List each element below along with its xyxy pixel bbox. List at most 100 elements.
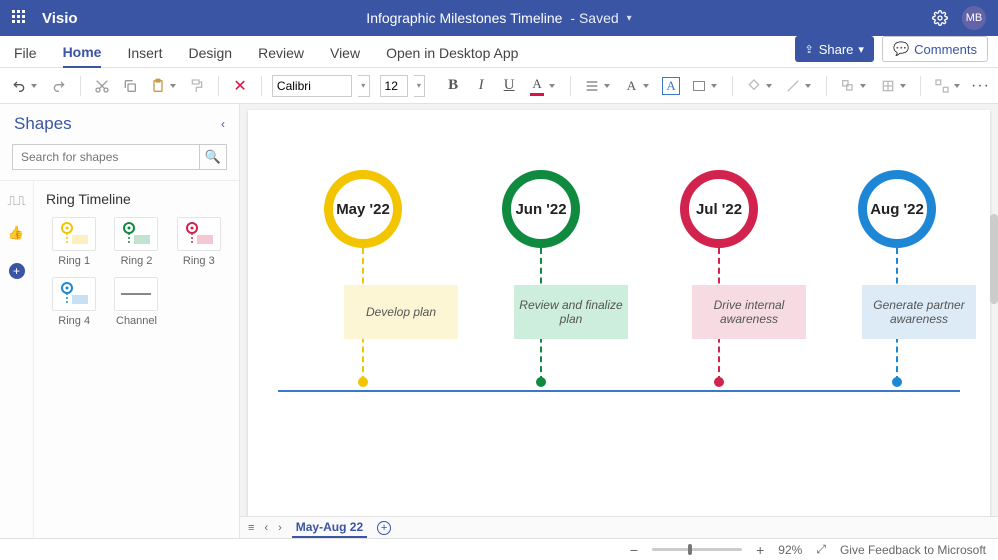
shape-ring-3[interactable]: Ring 3 [171, 217, 227, 267]
font-family-input[interactable] [272, 75, 352, 97]
milestone-dot [536, 377, 546, 387]
shapes-panel-title: Shapes [14, 114, 72, 134]
font-size-dropdown[interactable]: ▾ [414, 75, 426, 97]
milestone-note: Review and finalize plan [514, 285, 628, 339]
ribbon-toolbar: ✕ ▾ ▾ B I U A A A ··· [0, 68, 998, 104]
milestone-ring: Aug '22 [858, 170, 936, 248]
next-page-button[interactable]: › [278, 522, 282, 534]
more-commands-button[interactable]: ··· [971, 77, 990, 95]
main-area: Shapes ‹ 🔍 ⎍⎍ 👍 + Ring Timeline Ring 1 Ri… [0, 104, 998, 538]
cut-button[interactable] [91, 75, 113, 97]
undo-button[interactable] [8, 75, 30, 97]
shape-fill-button[interactable] [688, 75, 710, 97]
stencil-name: Ring Timeline [46, 191, 227, 207]
prev-page-button[interactable]: ‹ [264, 522, 268, 534]
shape-label: Ring 2 [121, 255, 153, 267]
text-box-button[interactable]: A [660, 75, 682, 97]
underline-button[interactable]: U [498, 75, 520, 97]
milestone-blue[interactable]: Aug '22 Generate partner awareness [812, 170, 982, 387]
vertical-scrollbar[interactable] [990, 214, 998, 304]
status-bar: − + 92% ⤢ Give Feedback to Microsoft [0, 538, 998, 560]
menu-item-insert[interactable]: Insert [127, 45, 162, 67]
font-size-input[interactable] [380, 75, 408, 97]
shape-label: Channel [116, 315, 157, 327]
menu-item-file[interactable]: File [14, 45, 37, 67]
font-color-button[interactable]: A [526, 75, 548, 97]
milestone-dot [358, 377, 368, 387]
shape-channel[interactable]: Channel [108, 277, 164, 327]
shapes-search-input[interactable] [12, 144, 199, 170]
share-button[interactable]: ⇪ Share ▾ [795, 36, 874, 62]
italic-button[interactable]: I [470, 75, 492, 97]
menu-bar: File Home Insert Design Review View Open in De… [0, 36, 998, 68]
app-brand: Visio [42, 10, 78, 27]
app-launcher-icon[interactable] [12, 10, 28, 26]
text-direction-button[interactable]: A [620, 75, 642, 97]
arrange-button[interactable] [837, 75, 859, 97]
line-color-button[interactable] [782, 75, 804, 97]
share-label: Share [819, 42, 854, 57]
milestone-note: Generate partner awareness [862, 285, 976, 339]
page-bar: ≡ ‹ › May-Aug 22 + [240, 516, 998, 538]
open-in-desktop-button[interactable]: Open in Desktop App [386, 45, 518, 67]
fill-color-button[interactable] [743, 75, 765, 97]
zoom-level: 92% [778, 543, 802, 557]
pages-list-icon[interactable]: ≡ [248, 522, 254, 534]
paste-button[interactable] [147, 75, 169, 97]
zoom-in-button[interactable]: + [756, 542, 764, 558]
milestone-dot [892, 377, 902, 387]
menu-item-review[interactable]: Review [258, 45, 304, 67]
document-name: Infographic Milestones Timeline [366, 10, 562, 26]
group-button[interactable] [931, 75, 953, 97]
shape-ring-2[interactable]: Ring 2 [108, 217, 164, 267]
shapes-search-button[interactable]: 🔍 [199, 144, 227, 170]
canvas-area[interactable]: May '22Develop planJun '22Review and fin… [240, 104, 998, 538]
milestone-dot [714, 377, 724, 387]
chevron-down-icon: ▾ [627, 13, 632, 24]
bold-button[interactable]: B [442, 75, 464, 97]
add-stencil-button[interactable]: + [9, 263, 25, 279]
zoom-out-button[interactable]: − [630, 542, 638, 558]
align-button[interactable] [581, 75, 603, 97]
milestone-ring: Jun '22 [502, 170, 580, 248]
user-avatar[interactable]: MB [962, 6, 986, 30]
settings-icon[interactable] [932, 10, 948, 26]
title-bar: Visio Infographic Milestones Timeline - … [0, 0, 998, 36]
comments-button[interactable]: 💬 Comments [882, 36, 988, 62]
shape-ring-4[interactable]: Ring 4 [46, 277, 102, 327]
document-status: - Saved [570, 10, 618, 26]
add-page-button[interactable]: + [377, 521, 391, 535]
milestone-note: Drive internal awareness [692, 285, 806, 339]
redo-button[interactable] [48, 75, 70, 97]
milestone-ring: Jul '22 [680, 170, 758, 248]
milestone-pink[interactable]: Jul '22 Drive internal awareness [634, 170, 804, 387]
comments-label: Comments [914, 42, 977, 57]
format-painter-button[interactable] [186, 75, 208, 97]
font-family-dropdown[interactable]: ▾ [358, 75, 370, 97]
shape-label: Ring 1 [58, 255, 90, 267]
menu-item-design[interactable]: Design [188, 45, 232, 67]
collapse-panel-icon[interactable]: ‹ [221, 117, 225, 131]
stencils-icon[interactable]: ⎍⎍ [8, 193, 26, 211]
shape-label: Ring 4 [58, 315, 90, 327]
favorites-icon[interactable]: 👍 [8, 225, 26, 243]
zoom-slider[interactable] [652, 548, 742, 551]
shape-label: Ring 3 [183, 255, 215, 267]
drawing-page[interactable]: May '22Develop planJun '22Review and fin… [248, 110, 990, 528]
milestone-green[interactable]: Jun '22 Review and finalize plan [456, 170, 626, 387]
comment-icon: 💬 [893, 41, 909, 57]
position-button[interactable] [877, 75, 899, 97]
milestone-ring: May '22 [324, 170, 402, 248]
document-title[interactable]: Infographic Milestones Timeline - Saved … [366, 10, 631, 26]
chevron-down-icon: ▾ [858, 43, 864, 56]
feedback-link[interactable]: Give Feedback to Microsoft [840, 543, 986, 557]
shape-ring-1[interactable]: Ring 1 [46, 217, 102, 267]
milestone-yellow[interactable]: May '22Develop plan [278, 170, 448, 387]
milestone-note: Develop plan [344, 285, 458, 339]
menu-item-home[interactable]: Home [63, 44, 102, 68]
menu-item-view[interactable]: View [330, 45, 360, 67]
delete-button[interactable]: ✕ [229, 75, 251, 97]
fit-to-window-button[interactable]: ⤢ [816, 542, 826, 557]
copy-button[interactable] [119, 75, 141, 97]
page-tab[interactable]: May-Aug 22 [292, 518, 367, 538]
